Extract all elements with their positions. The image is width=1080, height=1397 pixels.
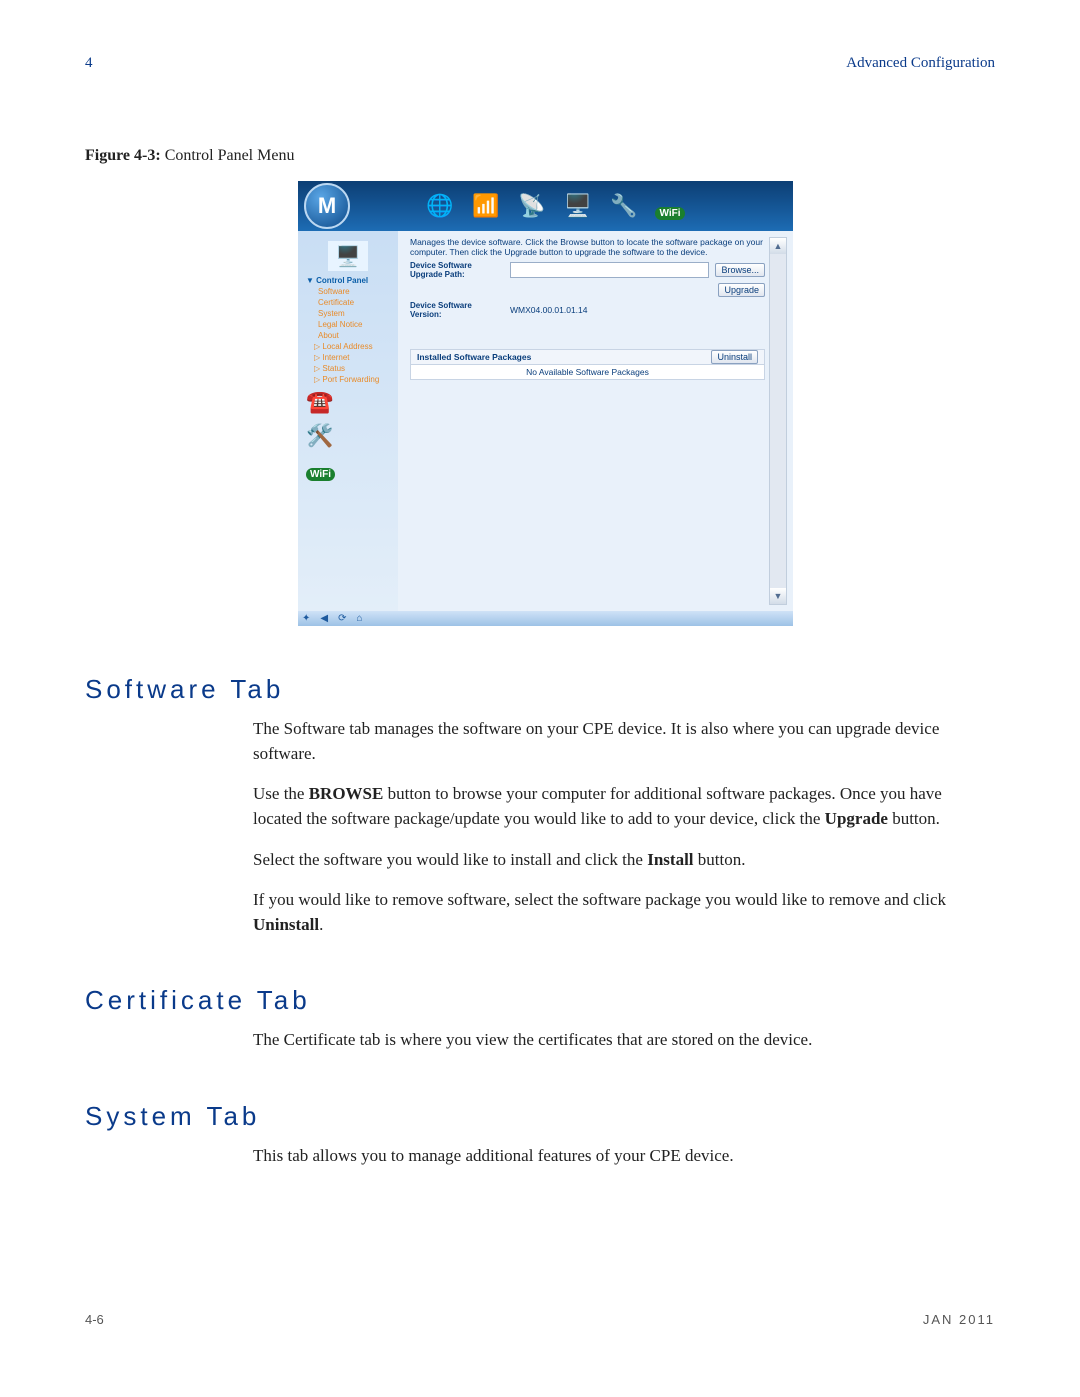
upgrade-path-input[interactable] <box>510 262 709 278</box>
chapter-header: Advanced Configuration <box>846 55 995 72</box>
phone-icon[interactable]: ☎️ <box>306 389 336 419</box>
figure-caption-label: Figure 4-3: <box>85 147 161 164</box>
certificate-tab-heading: Certificate Tab <box>85 985 995 1016</box>
sidebar-item-certificate[interactable]: Certificate <box>300 297 396 308</box>
tools-icon[interactable]: 🛠️ <box>306 423 336 453</box>
sidebar-item-system[interactable]: System <box>300 308 396 319</box>
packages-table-header: Installed Software Packages Uninstall <box>410 349 765 365</box>
page-number: 4 <box>85 55 93 72</box>
wifi-icon[interactable]: WiFi <box>306 457 336 487</box>
footer-icon[interactable]: ⌂ <box>356 613 362 624</box>
footer-icon[interactable]: ✦ <box>302 613 310 624</box>
sidebar-item-software[interactable]: Software <box>300 286 396 297</box>
no-packages-row: No Available Software Packages <box>410 365 765 380</box>
sidebar-item-local-address[interactable]: ▷ Local Address <box>300 341 396 352</box>
sidebar-item-legal-notice[interactable]: Legal Notice <box>300 319 396 330</box>
monitor-icon: 🖥️ <box>328 241 368 271</box>
settings-icon[interactable]: 🔧 <box>608 190 640 222</box>
antenna-icon[interactable]: 📡 <box>516 190 548 222</box>
footer-icon[interactable]: ◀ <box>320 613 328 624</box>
control-panel-screenshot: M 🌐 📶 📡 🖥️ 🔧 WiFi 🖥️ ▼ Control Panel Sof… <box>298 181 793 626</box>
system-p1: This tab allows you to manage additional… <box>253 1144 995 1169</box>
screenshot-footer: ✦ ◀ ⟳ ⌂ <box>298 611 793 626</box>
software-p1: The Software tab manages the software on… <box>253 717 995 766</box>
monitor-icon[interactable]: 🖥️ <box>562 190 594 222</box>
software-p3: Select the software you would like to in… <box>253 848 995 873</box>
footer-date: JAN 2011 <box>923 1312 995 1327</box>
uninstall-button[interactable]: Uninstall <box>711 350 758 364</box>
sidebar-item-control-panel[interactable]: ▼ Control Panel <box>300 275 396 286</box>
upgrade-button[interactable]: Upgrade <box>718 283 765 297</box>
system-tab-heading: System Tab <box>85 1101 995 1132</box>
browse-button[interactable]: Browse... <box>715 263 765 277</box>
screenshot-header: M 🌐 📶 📡 🖥️ 🔧 WiFi <box>298 181 793 231</box>
sidebar-item-status[interactable]: ▷ Status <box>300 363 396 374</box>
software-version-value: WMX04.00.01.01.14 <box>510 305 588 315</box>
figure-caption: Figure 4-3: Control Panel Menu <box>85 147 995 165</box>
sidebar-item-port-forwarding[interactable]: ▷ Port Forwarding <box>300 374 396 385</box>
globe-icon[interactable]: 🌐 <box>424 190 456 222</box>
sidebar: 🖥️ ▼ Control Panel Software Certificate … <box>298 231 398 611</box>
scroll-up-icon[interactable]: ▲ <box>770 238 786 254</box>
scroll-down-icon[interactable]: ▼ <box>770 588 786 604</box>
footer-icon[interactable]: ⟳ <box>338 613 346 624</box>
upgrade-path-label: Device Software Upgrade Path: <box>410 261 504 279</box>
motorola-logo-icon: M <box>304 183 350 229</box>
signal-icon[interactable]: 📶 <box>470 190 502 222</box>
sidebar-item-about[interactable]: About <box>300 330 396 341</box>
software-p2: Use the BROWSE button to browse your com… <box>253 782 995 831</box>
software-tab-heading: Software Tab <box>85 674 995 705</box>
header-nav-icons: 🌐 📶 📡 🖥️ 🔧 WiFi <box>424 190 686 222</box>
main-content: Manages the device software. Click the B… <box>398 231 793 611</box>
footer-page-ref: 4-6 <box>85 1312 104 1327</box>
software-p4: If you would like to remove software, se… <box>253 888 995 937</box>
wifi-icon[interactable]: WiFi <box>654 190 686 222</box>
software-version-label: Device Software Version: <box>410 301 504 319</box>
certificate-p1: The Certificate tab is where you view th… <box>253 1028 995 1053</box>
figure-caption-text: Control Panel Menu <box>165 147 295 164</box>
vertical-scrollbar[interactable]: ▲ ▼ <box>769 237 787 605</box>
sidebar-item-internet[interactable]: ▷ Internet <box>300 352 396 363</box>
software-desc: Manages the device software. Click the B… <box>410 237 765 257</box>
packages-title: Installed Software Packages <box>411 350 705 364</box>
